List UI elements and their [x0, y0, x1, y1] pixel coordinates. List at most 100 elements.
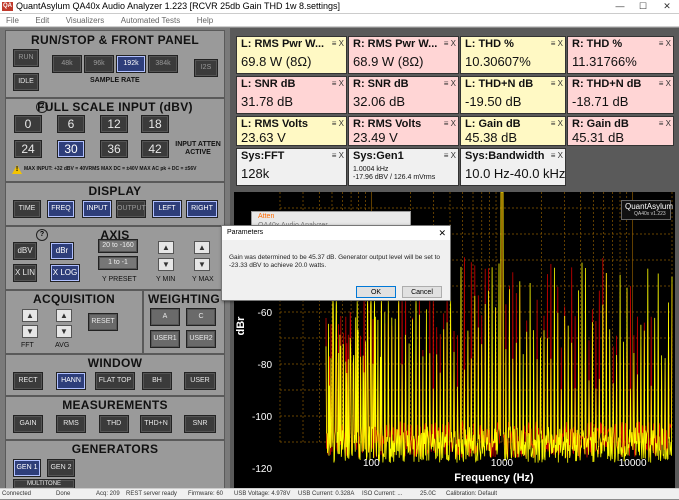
meter-menu-close-icon[interactable]: ≡ X — [551, 39, 563, 48]
avg-down-button[interactable]: ▼ — [56, 325, 72, 338]
gen1-button[interactable]: GEN 1 — [13, 459, 41, 477]
meter-tile[interactable]: R: SNR dB ≡ X 32.06 dB — [348, 76, 459, 114]
minimize-button[interactable]: — — [610, 0, 630, 13]
level-6-button[interactable]: 6 — [57, 115, 85, 133]
level-12-button[interactable]: 12 — [100, 115, 128, 133]
menu-visualizers[interactable]: Visualizers — [66, 14, 105, 27]
window-title-label: WINDOW — [87, 356, 143, 370]
level-24-button[interactable]: 24 — [14, 140, 42, 158]
close-button[interactable]: ✕ — [657, 0, 677, 13]
meas-thdn-button[interactable]: THD+N — [140, 415, 172, 433]
dialog-close-button[interactable]: ✕ — [438, 226, 446, 240]
meter-tile[interactable]: L: Gain dB ≡ X 45.38 dB — [460, 116, 566, 146]
level-0-button[interactable]: 0 — [14, 115, 42, 133]
level-36-button[interactable]: 36 — [100, 140, 128, 158]
meas-gain-button[interactable]: GAIN — [13, 415, 43, 433]
meter-tile[interactable]: L: SNR dB ≡ X 31.78 dB — [236, 76, 347, 114]
avg-up-button[interactable]: ▲ — [56, 309, 72, 322]
level-30-button[interactable]: 30 — [57, 140, 85, 158]
run-button[interactable]: RUN — [13, 49, 39, 67]
window-bh-button[interactable]: BH — [142, 372, 172, 390]
meter-menu-close-icon[interactable]: ≡ X — [659, 79, 671, 88]
weighting-a-button[interactable]: A — [150, 308, 180, 326]
app-logo-icon: QA — [2, 2, 13, 11]
meter-tile[interactable]: L: RMS Pwr W... ≡ X 69.8 W (8Ω) — [236, 36, 347, 74]
menu-file[interactable]: File — [6, 14, 19, 27]
meter-menu-close-icon[interactable]: ≡ X — [659, 119, 671, 128]
meter-menu-close-icon[interactable]: ≡ X — [332, 39, 344, 48]
xlog-button[interactable]: X LOG — [50, 264, 80, 282]
meter-tile[interactable]: R: THD % ≡ X 11.31766% — [567, 36, 674, 74]
rate-48k-button[interactable]: 48k — [52, 55, 82, 73]
meter-tile[interactable]: Sys:Gen1 ≡ X 1.0004 kHz -17.96 dBV / 126.4 … — [348, 148, 459, 186]
reset-button[interactable]: RESET — [88, 313, 118, 331]
ymax-up-button[interactable]: ▲ — [194, 241, 210, 254]
meter-tile[interactable]: Sys:FFT ≡ X 128k — [236, 148, 347, 186]
ymax-down-button[interactable]: ▼ — [194, 258, 210, 271]
meter-menu-close-icon[interactable]: ≡ X — [332, 119, 344, 128]
meter-tile[interactable]: R: RMS Pwr W... ≡ X 68.9 W (8Ω) — [348, 36, 459, 74]
display-freq-button[interactable]: FREQ — [47, 200, 75, 218]
meter-title: Sys:Gen1 — [353, 150, 404, 162]
meter-tile[interactable]: L: THD % ≡ X 10.30607% — [460, 36, 566, 74]
weighting-user2-button[interactable]: USER2 — [186, 330, 216, 348]
meas-rms-button[interactable]: RMS — [56, 415, 86, 433]
meas-thd-button[interactable]: THD — [99, 415, 129, 433]
window-flattop-button[interactable]: FLAT TOP — [95, 372, 135, 390]
weighting-user1-button[interactable]: USER1 — [150, 330, 180, 348]
meas-snr-button[interactable]: SNR — [184, 415, 216, 433]
meter-menu-close-icon[interactable]: ≡ X — [332, 79, 344, 88]
dialog-cancel-button[interactable]: Cancel — [402, 286, 442, 298]
ypreset-20-160-button[interactable]: 20 to -160 — [98, 239, 138, 253]
weighting-c-button[interactable]: C — [186, 308, 216, 326]
idle-button[interactable]: IDLE — [13, 73, 39, 91]
display-right-button[interactable]: RIGHT — [186, 200, 218, 218]
display-time-button[interactable]: TIME — [13, 200, 41, 218]
meter-tile[interactable]: R: Gain dB ≡ X 45.31 dB — [567, 116, 674, 146]
meter-tile[interactable]: L: RMS Volts ≡ X 23.63 V — [236, 116, 347, 146]
window-user-button[interactable]: USER — [184, 372, 216, 390]
rate-96k-button[interactable]: 96k — [84, 55, 114, 73]
meter-tile[interactable]: L: THD+N dB ≡ X -19.50 dB — [460, 76, 566, 114]
menu-help[interactable]: Help — [197, 14, 213, 27]
i2s-button[interactable]: I2S — [194, 59, 218, 77]
rate-384k-button[interactable]: 384k — [148, 55, 178, 73]
display-input-button[interactable]: INPUT — [82, 200, 112, 218]
gen2-button[interactable]: GEN 2 — [47, 459, 75, 477]
dbr-button[interactable]: dBr — [50, 242, 74, 260]
window-title: QuantAsylum QA40x Audio Analyzer 1.223 [… — [16, 1, 340, 11]
meter-menu-close-icon[interactable]: ≡ X — [551, 79, 563, 88]
fft-up-button[interactable]: ▲ — [22, 309, 38, 322]
meter-menu-close-icon[interactable]: ≡ X — [659, 39, 671, 48]
dialog-ok-button[interactable]: OK — [356, 286, 396, 298]
weighting-section: WEIGHTING A C USER1 USER2 — [143, 290, 225, 354]
meter-tile[interactable]: Sys:Bandwidth ≡ X 10.0 Hz-40.0 kHz — [460, 148, 566, 186]
ymin-up-button[interactable]: ▲ — [158, 241, 174, 254]
window-rect-button[interactable]: RECT — [13, 372, 43, 390]
meter-tile[interactable]: R: RMS Volts ≡ X 23.49 V — [348, 116, 459, 146]
ypreset-1-1-button[interactable]: 1 to -1 — [98, 256, 138, 270]
menu-edit[interactable]: Edit — [35, 14, 49, 27]
menu-automated-tests[interactable]: Automated Tests — [121, 14, 180, 27]
display-output-button[interactable]: OUTPUT — [116, 200, 146, 218]
level-42-button[interactable]: 42 — [141, 140, 169, 158]
meter-menu-close-icon[interactable]: ≡ X — [444, 79, 456, 88]
display-left-button[interactable]: LEFT — [152, 200, 182, 218]
level-18-button[interactable]: 18 — [141, 115, 169, 133]
meter-menu-close-icon[interactable]: ≡ X — [551, 119, 563, 128]
window-hann-button[interactable]: HANN — [56, 372, 86, 390]
fft-down-button[interactable]: ▼ — [22, 325, 38, 338]
meter-menu-close-icon[interactable]: ≡ X — [444, 119, 456, 128]
meter-tile[interactable]: R: THD+N dB ≡ X -18.71 dB — [567, 76, 674, 114]
dbv-button[interactable]: dBV — [13, 242, 37, 260]
meter-menu-close-icon[interactable]: ≡ X — [551, 151, 563, 160]
maximize-button[interactable]: ☐ — [633, 0, 653, 13]
meter-menu-close-icon[interactable]: ≡ X — [332, 151, 344, 160]
ymin-down-button[interactable]: ▼ — [158, 258, 174, 271]
meter-menu-close-icon[interactable]: ≡ X — [444, 151, 456, 160]
xlin-button[interactable]: X LIN — [13, 264, 37, 282]
meter-menu-close-icon[interactable]: ≡ X — [444, 39, 456, 48]
avg-label: AVG — [55, 342, 70, 349]
rate-192k-button[interactable]: 192k — [116, 55, 146, 73]
meter-value: -18.71 dB — [572, 94, 629, 109]
